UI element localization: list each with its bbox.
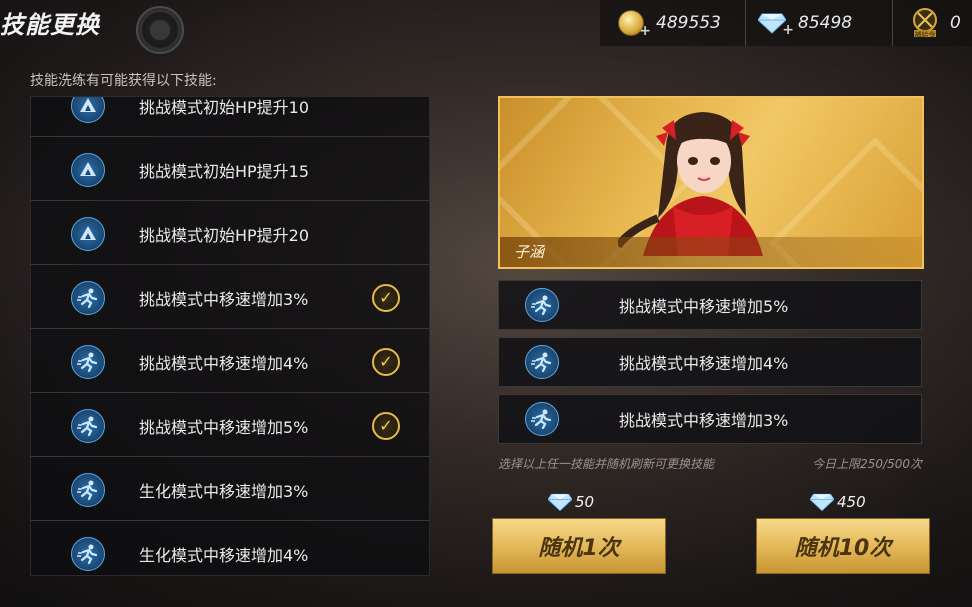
runner-icon <box>71 408 105 443</box>
skill-label: 挑战模式中移速增加3% <box>619 411 789 430</box>
skill-pool-list[interactable]: 挑战模式初始HP提升10 挑战模式初始HP提升15 挑战模式初始HP提升20 挑… <box>30 96 430 576</box>
daily-limit: 今日上限250/500次 <box>812 457 922 471</box>
divider <box>892 0 893 46</box>
list-item: 挑战模式初始HP提升10 <box>31 97 429 137</box>
list-item: 挑战模式初始HP提升20 <box>31 203 429 265</box>
character-name-strip <box>500 237 922 267</box>
skill-label: 挑战模式中移速增加5% <box>139 417 309 437</box>
resource-bar: + 489553 + 85498 補給令 0 <box>600 0 972 46</box>
list-item: 挑战模式中移速增加3% ✓ <box>31 267 429 329</box>
character-name: 子涵 <box>514 243 545 261</box>
skill-label: 挑战模式中移速增加3% <box>139 289 309 309</box>
current-skill-slot[interactable]: 挑战模式中移速增加3% <box>498 394 922 444</box>
skill-label: 挑战模式初始HP提升15 <box>139 161 310 181</box>
diamond-icon <box>547 492 573 512</box>
list-item: 生化模式中移速增加4% <box>31 523 429 575</box>
medal-resource[interactable]: 補給令 0 <box>912 8 961 39</box>
random-once-cost: 50 <box>547 492 595 512</box>
plus-icon: + <box>639 23 651 39</box>
skill-pool-caption: 技能洗练有可能获得以下技能: <box>30 73 217 89</box>
current-skill-slot[interactable]: 挑战模式中移速增加5% <box>498 280 922 330</box>
random-ten-cost: 450 <box>809 492 866 512</box>
owned-check-icon: ✓ <box>372 347 400 376</box>
diamond-resource[interactable]: + 85498 <box>757 8 853 38</box>
runner-icon <box>525 288 559 322</box>
arrow-up-icon <box>71 97 105 123</box>
refresh-hint: 选择以上任一技能并随机刷新可更换技能 <box>498 457 715 471</box>
list-item: 挑战模式中移速增加5% ✓ <box>31 395 429 457</box>
gold-amount: 489553 <box>656 13 721 33</box>
cost-amount: 450 <box>837 493 866 511</box>
skill-label: 生化模式中移速增加4% <box>139 545 309 565</box>
runner-icon <box>525 345 559 379</box>
diamond-amount: 85498 <box>798 13 853 33</box>
runner-icon <box>525 402 559 436</box>
owned-check-icon: ✓ <box>372 411 400 440</box>
skill-label: 生化模式中移速增加3% <box>139 481 309 501</box>
medal-amount: 0 <box>950 13 961 33</box>
skill-label: 挑战模式中移速增加4% <box>619 354 789 373</box>
gold-resource[interactable]: + 489553 <box>618 8 721 39</box>
skill-label: 挑战模式中移速增加5% <box>619 297 789 316</box>
page-title: 技能更换 <box>0 11 100 39</box>
skill-label: 挑战模式中移速增加4% <box>139 353 309 373</box>
diamond-icon <box>809 492 835 512</box>
random-once-button[interactable]: 随机1次 <box>492 518 666 574</box>
random-ten-button[interactable]: 随机10次 <box>756 518 930 574</box>
runner-icon <box>71 472 105 507</box>
divider <box>745 0 746 46</box>
cost-amount: 50 <box>575 493 595 511</box>
gold-coin-icon: + <box>618 10 651 39</box>
runner-icon <box>71 280 105 315</box>
arrow-up-icon <box>71 216 105 251</box>
medal-label: 補給令 <box>914 31 936 39</box>
plus-icon: + <box>782 22 794 38</box>
list-item: 生化模式中移速增加3% <box>31 459 429 521</box>
owned-check-icon: ✓ <box>372 283 400 312</box>
character-card[interactable]: 子涵 <box>498 96 924 269</box>
back-button[interactable] <box>136 6 184 54</box>
arrow-up-icon <box>71 152 105 187</box>
character-portrait <box>618 112 763 256</box>
list-item: 挑战模式初始HP提升15 <box>31 139 429 201</box>
skill-label: 挑战模式初始HP提升20 <box>139 225 310 245</box>
runner-icon <box>71 344 105 379</box>
disc-icon <box>150 20 170 40</box>
runner-icon <box>71 536 105 571</box>
current-skill-slot[interactable]: 挑战模式中移速增加4% <box>498 337 922 387</box>
list-item: 挑战模式中移速增加4% ✓ <box>31 331 429 393</box>
skill-label: 挑战模式初始HP提升10 <box>139 97 310 117</box>
diamond-icon: + <box>757 12 794 38</box>
